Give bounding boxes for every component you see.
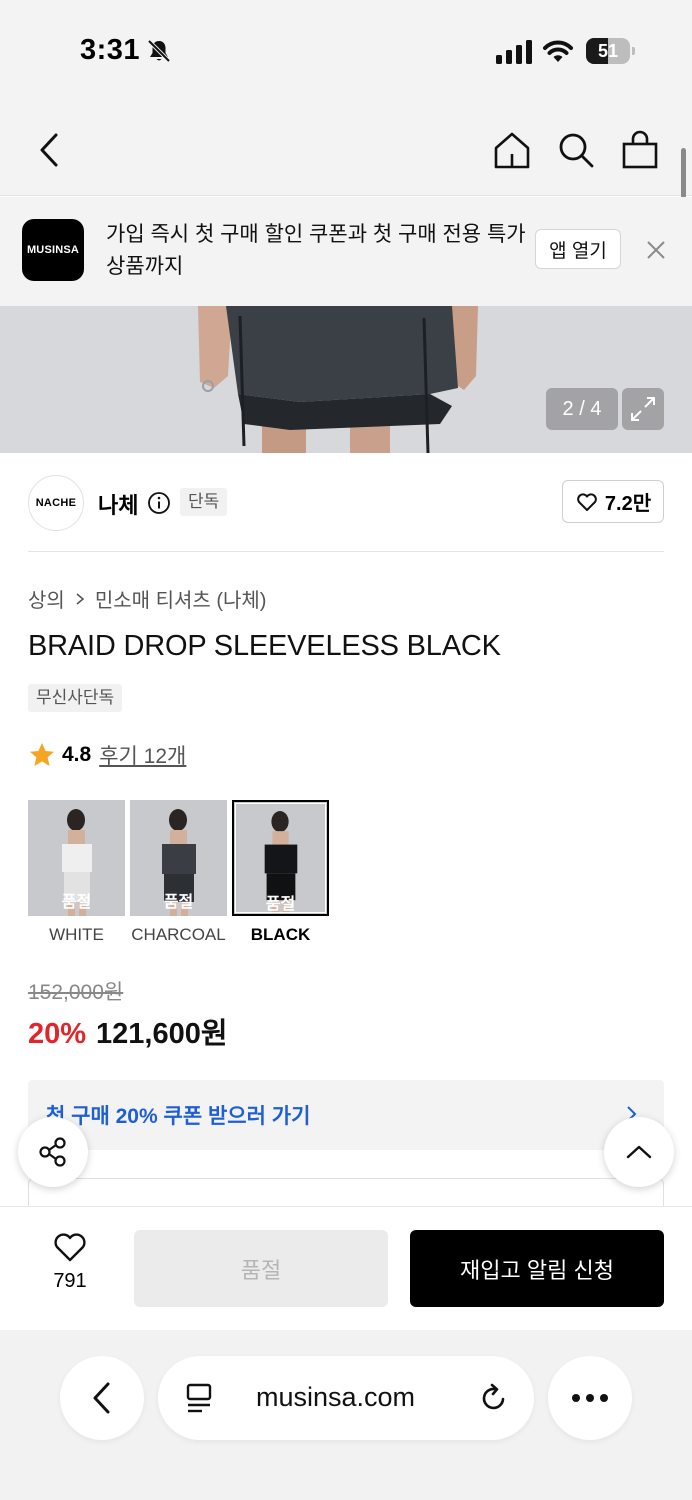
heart-icon xyxy=(54,1233,86,1262)
back-arrow-icon[interactable] xyxy=(30,130,70,170)
reviews-link[interactable]: 후기 12개 xyxy=(99,740,186,770)
shopping-bag-icon[interactable] xyxy=(620,130,660,170)
url-text: musinsa.com xyxy=(256,1382,416,1412)
bell-slash-icon xyxy=(147,39,171,63)
reload-icon[interactable] xyxy=(478,1382,510,1414)
product-image[interactable] xyxy=(0,306,692,453)
color-label-black: BLACK xyxy=(250,925,311,944)
open-app-button[interactable]: 앱 열기 xyxy=(535,229,621,269)
musinsa-logo: MUSINSA xyxy=(22,219,84,281)
more-options-button[interactable] xyxy=(548,1356,632,1440)
color-swatch-charcoal[interactable]: 품절 xyxy=(130,800,227,916)
brand-name[interactable]: 나체 xyxy=(98,488,138,520)
close-icon[interactable] xyxy=(644,238,668,262)
discount-rate: 20% xyxy=(28,1018,87,1050)
browser-toolbar: musinsa.com xyxy=(0,1330,692,1500)
banner-message: 가입 즉시 첫 구매 할인 쿠폰과 첫 구매 전용 특가 상품까지 xyxy=(106,223,526,278)
sale-price: 121,600원 xyxy=(96,1018,228,1050)
star-icon xyxy=(30,743,54,766)
original-price: 152,000원 xyxy=(28,981,124,1004)
color-swatch-black[interactable]: 품절 xyxy=(232,800,329,916)
rating-score: 4.8 xyxy=(62,743,92,766)
product-title: BRAID DROP SLEEVELESS BLACK xyxy=(28,630,501,662)
brand-like-button[interactable]: 7.2만 xyxy=(562,480,664,523)
rating-summary: 4.8 후기 12개 xyxy=(28,740,186,770)
share-icon xyxy=(39,1137,66,1167)
restock-alert-button[interactable]: 재입고 알림 신청 xyxy=(410,1230,664,1307)
exclusive-badge: 단독 xyxy=(180,488,228,516)
expand-icon xyxy=(631,397,655,421)
color-label-white: WHITE xyxy=(49,925,104,944)
share-button[interactable] xyxy=(18,1117,88,1187)
scroll-top-button[interactable] xyxy=(604,1117,674,1187)
coupon-banner[interactable]: 첫 구매 20% 쿠폰 받으러 가기 xyxy=(28,1080,664,1150)
coupon-label: 첫 구매 20% 쿠폰 받으러 가기 xyxy=(46,1105,311,1128)
color-swatch-white[interactable]: 품절 xyxy=(28,800,125,916)
top-nav xyxy=(0,100,692,196)
wishlist-button[interactable]: 791 xyxy=(36,1231,104,1293)
brand-like-count: 7.2만 xyxy=(604,493,652,515)
divider xyxy=(28,551,664,552)
home-icon[interactable] xyxy=(492,130,532,170)
info-icon[interactable] xyxy=(147,491,171,515)
status-time: 3:31 xyxy=(80,34,141,66)
app-install-banner: MUSINSA 가입 즉시 첫 구매 할인 쿠폰과 첫 구매 전용 특가 상품까… xyxy=(0,197,692,306)
wifi-icon xyxy=(543,40,573,62)
wishlist-count: 791 xyxy=(53,1270,87,1292)
purchase-bar: 791 품절 재입고 알림 신청 xyxy=(0,1206,692,1330)
back-arrow-icon xyxy=(93,1382,110,1414)
browser-back-button[interactable] xyxy=(60,1356,144,1440)
chevron-right-icon xyxy=(76,592,85,605)
chevron-up-icon xyxy=(626,1145,652,1159)
cellular-signal-icon xyxy=(496,40,532,64)
color-label-charcoal: CHARCOAL xyxy=(131,925,226,944)
battery-indicator: 51 xyxy=(586,38,636,64)
soldout-badge: 품절 xyxy=(265,896,296,913)
breadcrumb-category[interactable]: 상의 xyxy=(28,584,65,613)
heart-icon xyxy=(577,492,597,511)
brand-logo[interactable]: NACHE xyxy=(28,475,84,531)
soldout-button: 품절 xyxy=(134,1230,388,1307)
breadcrumb: 상의 민소매 티셔츠 (나체) xyxy=(28,584,266,613)
reader-mode-icon[interactable] xyxy=(184,1382,214,1414)
battery-level: 51 xyxy=(597,41,619,61)
status-bar: 3:31 51 xyxy=(0,0,692,100)
search-icon[interactable] xyxy=(556,130,596,170)
exclusive-tag: 무신사단독 xyxy=(28,684,123,712)
more-dots-icon xyxy=(572,1394,608,1402)
product-photo-illustration xyxy=(0,306,692,453)
address-bar[interactable]: musinsa.com xyxy=(158,1356,534,1440)
expand-image-button[interactable] xyxy=(622,388,664,430)
price-row: 20% 121,600원 xyxy=(28,1010,228,1052)
breadcrumb-subcategory[interactable]: 민소매 티셔츠 (나체) xyxy=(95,584,267,613)
soldout-badge: 품절 xyxy=(61,894,92,911)
image-counter: 2 / 4 xyxy=(546,388,618,430)
soldout-badge: 품절 xyxy=(163,894,194,911)
